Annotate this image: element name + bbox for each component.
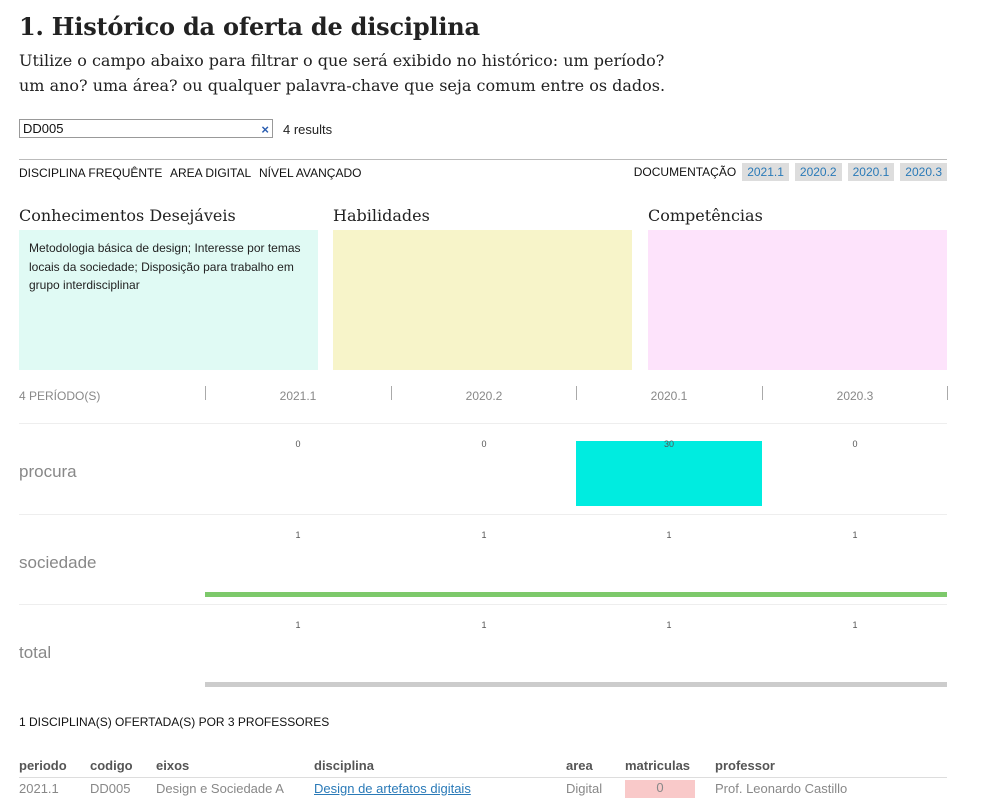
frequency-tag: DISCIPLINA FREQUÊNTE	[19, 166, 163, 180]
documentation-links: DOCUMENTAÇÃO 2021.1 2020.2 2020.1 2020.3	[634, 163, 947, 181]
row-label-sociedade: sociedade	[19, 553, 97, 572]
bar-sociedade[interactable]	[391, 592, 576, 597]
bar-total[interactable]	[762, 682, 947, 687]
value-label: 1	[852, 620, 858, 630]
value-label: 30	[663, 439, 674, 449]
cell-matriculas: 0	[625, 780, 695, 798]
doc-link-2020-2[interactable]: 2020.2	[794, 163, 842, 181]
bar-total[interactable]	[576, 682, 762, 687]
header-eixos[interactable]: eixos	[156, 758, 189, 773]
row-label-procura: procura	[19, 462, 77, 481]
clear-icon[interactable]: ×	[261, 121, 269, 138]
skills-title: Habilidades	[333, 206, 430, 225]
area-tag: AREA DIGITAL	[170, 166, 252, 180]
bar-sociedade[interactable]	[205, 592, 391, 597]
cell-disciplina-link[interactable]: Design de artefatos digitais	[314, 781, 471, 796]
bar-sociedade[interactable]	[762, 592, 947, 597]
value-label: 0	[295, 439, 301, 449]
period-label: 2021.1	[279, 389, 317, 403]
value-label: 1	[852, 530, 858, 540]
header-professor[interactable]: professor	[715, 758, 775, 773]
knowledge-title: Conhecimentos Desejáveis	[19, 206, 236, 225]
intro-text: Utilize o campo abaixo para filtrar o qu…	[19, 51, 666, 95]
offered-summary: 1 DISCIPLINA(S) OFERTADA(S) POR 3 PROFES…	[19, 715, 330, 729]
search-box[interactable]: ×	[19, 119, 273, 138]
row-divider	[19, 514, 947, 515]
row-label-total: total	[19, 643, 52, 662]
value-label: 1	[666, 620, 672, 630]
bar-sociedade[interactable]	[576, 592, 762, 597]
value-label: 1	[481, 620, 487, 630]
competencies-box	[648, 230, 947, 370]
value-label: 0	[481, 439, 487, 449]
documentation-label: DOCUMENTAÇÃO	[633, 165, 737, 179]
period-label: 2020.1	[650, 389, 688, 403]
value-label: 1	[481, 530, 487, 540]
results-count: 4 results	[283, 122, 333, 137]
value-label: 0	[852, 439, 858, 449]
skills-box	[333, 230, 632, 370]
page-title: 1. Histórico da oferta de disciplina	[19, 12, 480, 41]
period-label: 2020.3	[836, 389, 874, 403]
bar-total[interactable]	[391, 682, 576, 687]
period-label: 2020.2	[465, 389, 503, 403]
value-label: 1	[295, 530, 301, 540]
cell-professor: Prof. Leonardo Castillo	[715, 781, 848, 796]
doc-link-2020-3[interactable]: 2020.3	[900, 163, 947, 181]
value-label: 1	[295, 620, 301, 630]
header-area[interactable]: area	[566, 758, 593, 773]
doc-link-2021-1[interactable]: 2021.1	[742, 163, 789, 181]
table-header-divider	[19, 777, 947, 778]
level-tag: NÍVEL AVANÇADO	[259, 166, 362, 180]
bar-procura[interactable]	[576, 441, 762, 506]
header-disciplina[interactable]: disciplina	[314, 758, 374, 773]
row-divider	[19, 423, 947, 424]
header-periodo[interactable]: periodo	[19, 758, 67, 773]
knowledge-box: Metodologia básica de design; Interesse …	[19, 230, 318, 370]
cell-codigo: DD005	[90, 781, 131, 796]
cell-eixos: Design e Sociedade A	[156, 781, 284, 796]
header-codigo[interactable]: codigo	[90, 758, 133, 773]
competencies-title: Competências	[648, 206, 763, 225]
header-matriculas[interactable]: matriculas	[625, 758, 690, 773]
doc-link-2020-1[interactable]: 2020.1	[847, 163, 895, 181]
cell-area: Digital	[566, 781, 603, 796]
cell-periodo: 2021.1	[19, 781, 59, 796]
periods-count: 4 PERÍODO(S)	[19, 389, 101, 403]
value-label: 1	[666, 530, 672, 540]
bar-total[interactable]	[205, 682, 391, 687]
search-input[interactable]	[23, 121, 248, 136]
row-divider	[19, 604, 947, 605]
divider	[19, 159, 947, 160]
